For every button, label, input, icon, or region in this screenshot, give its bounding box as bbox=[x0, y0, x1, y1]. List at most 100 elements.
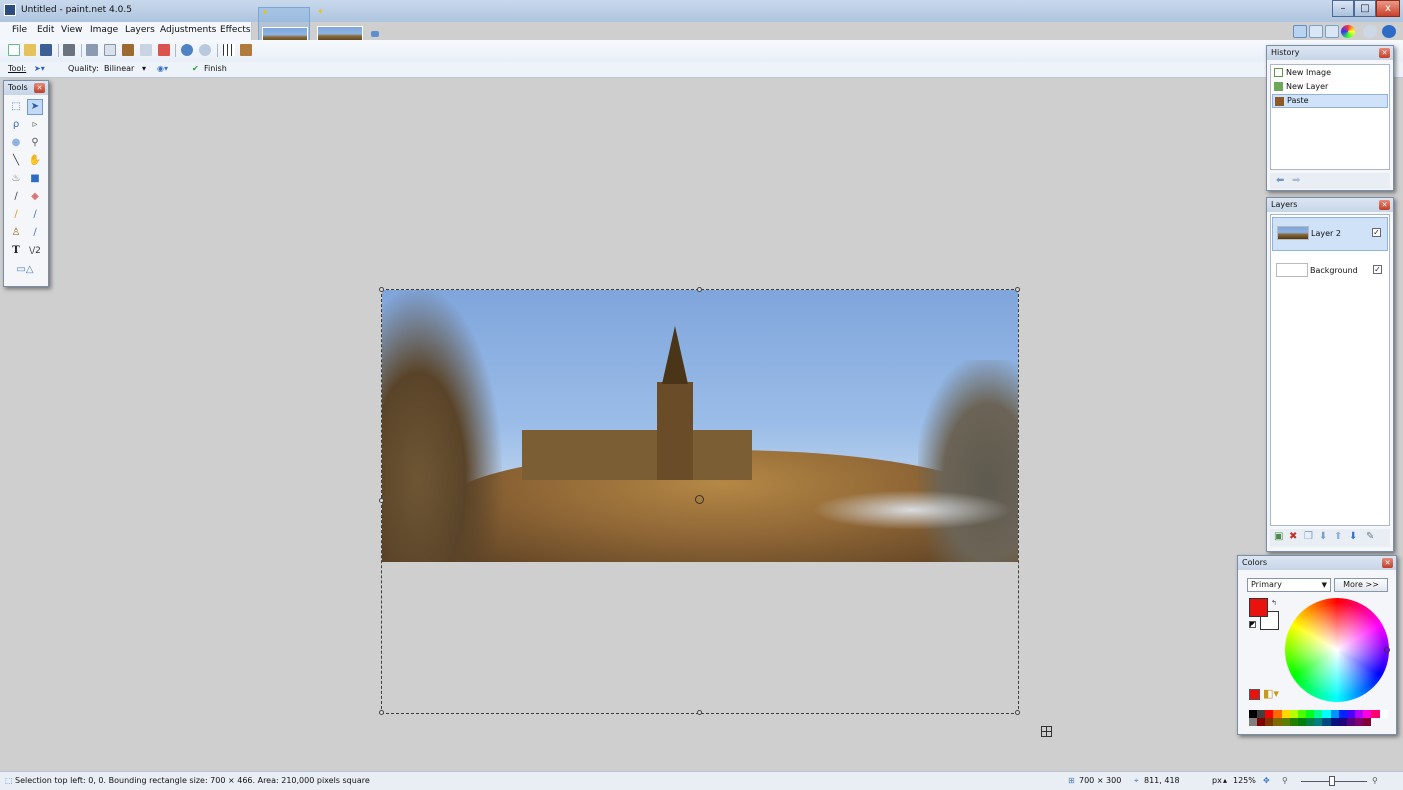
gradient-tool-icon[interactable]: ■ bbox=[27, 171, 43, 187]
history-redo-icon[interactable]: ➡ bbox=[1292, 175, 1300, 186]
paint-bucket-tool-icon[interactable]: ♨ bbox=[8, 171, 24, 187]
tab-list-dropdown-icon[interactable] bbox=[371, 31, 379, 37]
palette-swatch[interactable] bbox=[1379, 710, 1388, 718]
menu-adjustments[interactable]: Adjustments bbox=[160, 25, 216, 35]
primary-color-swatch[interactable] bbox=[1249, 598, 1268, 617]
palette-swatch[interactable] bbox=[1297, 710, 1307, 718]
add-to-palette-swatch[interactable] bbox=[1249, 689, 1260, 700]
color-picker-tool-icon[interactable]: ∕ bbox=[27, 207, 43, 223]
history-window-toggle-icon[interactable] bbox=[1309, 25, 1323, 38]
history-panel-header[interactable]: History ✕ bbox=[1267, 46, 1393, 60]
add-layer-icon[interactable]: ▣ bbox=[1274, 531, 1283, 542]
tools-panel-header[interactable]: Tools ✕ bbox=[4, 81, 48, 95]
color-mode-dropdown[interactable]: Primary ▼ bbox=[1247, 578, 1331, 592]
palette-swatch[interactable] bbox=[1273, 710, 1282, 718]
palette-menu-icon[interactable]: ◧▾ bbox=[1263, 687, 1279, 700]
finish-checkmark-icon[interactable]: ✔ bbox=[192, 64, 199, 73]
maximize-button[interactable]: □ bbox=[1354, 0, 1376, 17]
move-selection-tool-icon[interactable]: ▹ bbox=[27, 117, 43, 133]
print-icon[interactable] bbox=[63, 44, 75, 56]
current-tool-move-icon[interactable]: ➤▾ bbox=[34, 64, 45, 73]
swap-colors-icon[interactable]: ↰ bbox=[1271, 599, 1277, 607]
palette-swatch[interactable] bbox=[1306, 718, 1315, 726]
layer-row-background[interactable]: Background ✓ bbox=[1272, 255, 1388, 289]
palette-swatch[interactable] bbox=[1346, 718, 1356, 726]
palette-swatch[interactable] bbox=[1281, 718, 1290, 726]
pan-tool-icon[interactable]: ✋ bbox=[27, 153, 43, 169]
more-colors-button[interactable]: More >> bbox=[1334, 578, 1388, 592]
shapes-tool-icon[interactable]: ▭△ bbox=[10, 262, 40, 278]
crop-to-selection-icon[interactable] bbox=[140, 44, 152, 56]
palette-swatch[interactable] bbox=[1363, 710, 1372, 718]
zoom-out-icon[interactable]: ⚲ bbox=[1282, 776, 1288, 785]
deselect-icon[interactable] bbox=[158, 44, 170, 56]
move-layer-up-icon[interactable]: ⬆ bbox=[1334, 531, 1342, 542]
zoom-to-window-icon[interactable]: ✥ bbox=[1263, 776, 1270, 785]
move-selected-pixels-tool-icon[interactable]: ➤ bbox=[27, 99, 43, 115]
layer-properties-icon[interactable]: ✎ bbox=[1366, 531, 1374, 542]
palette-swatch[interactable] bbox=[1338, 710, 1347, 718]
palette-swatch[interactable] bbox=[1257, 718, 1266, 726]
palette-swatch[interactable] bbox=[1249, 718, 1258, 726]
cut-icon[interactable] bbox=[86, 44, 98, 56]
handle-middle-left[interactable] bbox=[379, 498, 384, 503]
ellipse-select-tool-icon[interactable]: ● bbox=[8, 135, 24, 151]
move-layer-down-icon[interactable]: ⬇ bbox=[1349, 531, 1357, 542]
canvas-resize-grip-icon[interactable] bbox=[1041, 726, 1052, 737]
palette-swatch[interactable] bbox=[1363, 718, 1372, 726]
layer-visibility-checkbox[interactable]: ✓ bbox=[1373, 265, 1382, 274]
ruler-icon[interactable] bbox=[240, 44, 252, 56]
handle-top-right[interactable] bbox=[1015, 287, 1020, 292]
history-item-new-layer[interactable]: New Layer bbox=[1272, 80, 1388, 94]
palette-swatch[interactable] bbox=[1330, 710, 1339, 718]
quality-dropdown[interactable]: Bilinear bbox=[104, 64, 134, 73]
redo-icon[interactable] bbox=[199, 44, 211, 56]
rectangle-select-tool-icon[interactable]: ⬚ bbox=[8, 99, 24, 115]
tools-panel-close-icon[interactable]: ✕ bbox=[34, 83, 45, 93]
menu-image[interactable]: Image bbox=[90, 25, 118, 35]
paintbrush-tool-icon[interactable]: ∕ bbox=[8, 189, 24, 205]
palette-swatch[interactable] bbox=[1338, 718, 1347, 726]
handle-top-middle[interactable] bbox=[697, 287, 702, 292]
reset-colors-icon[interactable] bbox=[1249, 621, 1256, 628]
palette-swatch[interactable] bbox=[1289, 718, 1298, 726]
palette-swatch[interactable] bbox=[1346, 710, 1356, 718]
history-undo-icon[interactable]: ⬅ bbox=[1276, 175, 1284, 186]
finish-button[interactable]: Finish bbox=[204, 64, 227, 73]
colors-panel-close-icon[interactable]: ✕ bbox=[1382, 558, 1393, 568]
close-button[interactable]: x bbox=[1376, 0, 1400, 17]
eraser-tool-icon[interactable]: ◆ bbox=[27, 189, 43, 205]
handle-bottom-left[interactable] bbox=[379, 710, 384, 715]
history-item-new-image[interactable]: New Image bbox=[1272, 66, 1388, 80]
duplicate-layer-icon[interactable]: ❐ bbox=[1304, 531, 1313, 542]
palette-swatch[interactable] bbox=[1273, 718, 1282, 726]
lasso-select-tool-icon[interactable]: ρ bbox=[8, 117, 24, 133]
palette-swatch[interactable] bbox=[1249, 710, 1258, 718]
menu-effects[interactable]: Effects bbox=[220, 25, 251, 35]
palette-swatch[interactable] bbox=[1330, 718, 1339, 726]
tools-window-toggle-icon[interactable] bbox=[1293, 25, 1307, 38]
zoom-level[interactable]: 125% bbox=[1233, 776, 1256, 785]
rotate-pivot-icon[interactable] bbox=[695, 495, 704, 504]
units-dropdown-arrow-icon[interactable]: ▴ bbox=[1223, 776, 1227, 785]
layer-row-layer-2[interactable]: Layer 2 ✓ bbox=[1272, 217, 1388, 251]
palette-swatch[interactable] bbox=[1314, 710, 1323, 718]
delete-layer-icon[interactable]: ✖ bbox=[1289, 531, 1297, 542]
units-selector[interactable]: px bbox=[1212, 776, 1222, 785]
palette-swatch[interactable] bbox=[1371, 710, 1380, 718]
colors-panel-header[interactable]: Colors ✕ bbox=[1238, 556, 1396, 570]
zoom-slider-thumb[interactable] bbox=[1329, 776, 1335, 786]
palette-swatch[interactable] bbox=[1322, 710, 1331, 718]
settings-gear-icon[interactable] bbox=[1363, 25, 1377, 38]
paste-icon[interactable] bbox=[122, 44, 134, 56]
palette-swatch[interactable] bbox=[1289, 710, 1298, 718]
magic-wand-tool-icon[interactable]: ╲ bbox=[8, 153, 24, 169]
layers-panel-close-icon[interactable]: ✕ bbox=[1379, 200, 1390, 210]
palette-swatch[interactable] bbox=[1306, 710, 1315, 718]
help-icon[interactable] bbox=[1382, 25, 1396, 38]
merge-layer-down-icon[interactable]: ⬇ bbox=[1319, 531, 1327, 542]
layers-window-toggle-icon[interactable] bbox=[1325, 25, 1339, 38]
canvas-workspace[interactable] bbox=[0, 79, 1403, 771]
palette-swatch[interactable] bbox=[1257, 710, 1266, 718]
clone-stamp-tool-icon[interactable]: ♙ bbox=[8, 225, 24, 241]
